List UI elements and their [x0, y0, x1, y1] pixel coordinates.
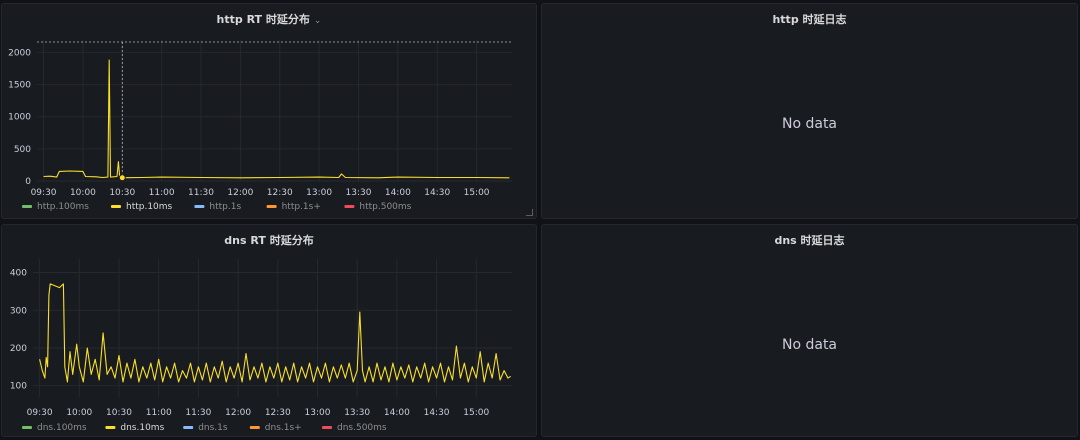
x-tick-label: 15:00 — [463, 408, 489, 418]
series-line-http-10ms — [43, 59, 510, 179]
legend-swatch — [266, 205, 277, 208]
x-tick-label: 11:00 — [146, 408, 172, 418]
dns-rt-panel: dns RT 时延分布 100 200 300 400 09:30 10:00 10:30 1… — [1, 224, 537, 437]
x-tick-label: 15:00 — [464, 188, 490, 198]
y-tick-label: 100 — [10, 382, 27, 392]
http-rt-chart[interactable]: 0 500 1000 1500 2000 09:30 10:00 10:30 11:00 11:3… — [2, 4, 538, 220]
x-tick-label: 11:30 — [185, 408, 211, 418]
x-tick-label: 14:00 — [384, 408, 410, 418]
legend-swatch — [111, 205, 121, 208]
x-tick-label: 11:00 — [149, 188, 175, 198]
y-tick-label: 1000 — [8, 113, 31, 123]
legend-swatch — [105, 426, 116, 429]
legend-label: http.10ms — [126, 202, 173, 212]
legend-label: http.1s — [209, 202, 241, 212]
legend-swatch — [22, 205, 32, 208]
legend-swatch — [322, 426, 332, 429]
x-tick-label: 13:00 — [306, 188, 332, 198]
legend-label: dns.500ms — [337, 423, 387, 433]
legend-label: http.100ms — [37, 202, 89, 212]
x-tick-label: 12:00 — [227, 188, 253, 198]
y-tick-label: 300 — [10, 306, 27, 316]
panel-title[interactable]: dns 时延日志 — [542, 232, 1077, 248]
panel-title[interactable]: http 时延日志 — [542, 11, 1077, 27]
y-tick-label: 200 — [10, 344, 27, 354]
y-tick-label: 0 — [25, 177, 31, 187]
y-tick-label: 1500 — [8, 81, 31, 91]
x-tick-label: 13:30 — [344, 408, 370, 418]
x-tick-label: 13:00 — [305, 408, 331, 418]
http-rt-panel: http RT 时延分布 ⌄ 0 500 1000 1500 2000 09:30 10:00… — [1, 3, 537, 219]
x-tick-label: 11:30 — [188, 188, 214, 198]
x-tick-label: 10:30 — [109, 188, 135, 198]
x-tick-label: 14:00 — [385, 188, 411, 198]
legend-label: dns.1s — [198, 423, 228, 433]
x-tick-label: 14:30 — [424, 188, 450, 198]
legend-swatch — [22, 426, 32, 429]
x-tick-label: 14:30 — [424, 408, 450, 418]
y-tick-label: 400 — [10, 269, 27, 279]
x-tick-label: 10:00 — [70, 188, 96, 198]
x-tick-label: 12:30 — [267, 188, 293, 198]
legend-label: dns.100ms — [37, 423, 87, 433]
legend-swatch — [249, 426, 260, 429]
x-tick-label: 10:30 — [106, 408, 132, 418]
legend-label: dns.10ms — [120, 423, 164, 433]
y-tick-label: 500 — [14, 145, 31, 155]
legend-label: http.1s+ — [282, 202, 321, 212]
x-tick-label: 12:00 — [225, 408, 251, 418]
legend-label: dns.1s+ — [265, 423, 302, 433]
x-tick-label: 09:30 — [31, 188, 57, 198]
x-tick-label: 09:30 — [27, 408, 53, 418]
resize-handle-icon[interactable] — [526, 209, 533, 216]
dns-log-panel: dns 时延日志 No data — [541, 224, 1078, 437]
x-tick-label: 10:00 — [66, 408, 92, 418]
legend-swatch — [344, 205, 355, 208]
legend-swatch — [183, 426, 194, 429]
legend-label: http.500ms — [359, 202, 411, 212]
x-tick-label: 12:30 — [265, 408, 291, 418]
series-line-dns-10ms — [39, 283, 512, 383]
no-data-text: No data — [781, 337, 838, 353]
dns-rt-chart[interactable]: 100 200 300 400 09:30 10:00 10:30 11:00 11:30 12:… — [2, 225, 538, 438]
http-log-panel: http 时延日志 No data — [541, 3, 1078, 219]
y-tick-label: 2000 — [8, 48, 31, 58]
x-tick-label: 13:30 — [346, 188, 372, 198]
legend-swatch — [194, 205, 205, 208]
no-data-text: No data — [781, 116, 838, 132]
hover-point — [118, 174, 126, 182]
